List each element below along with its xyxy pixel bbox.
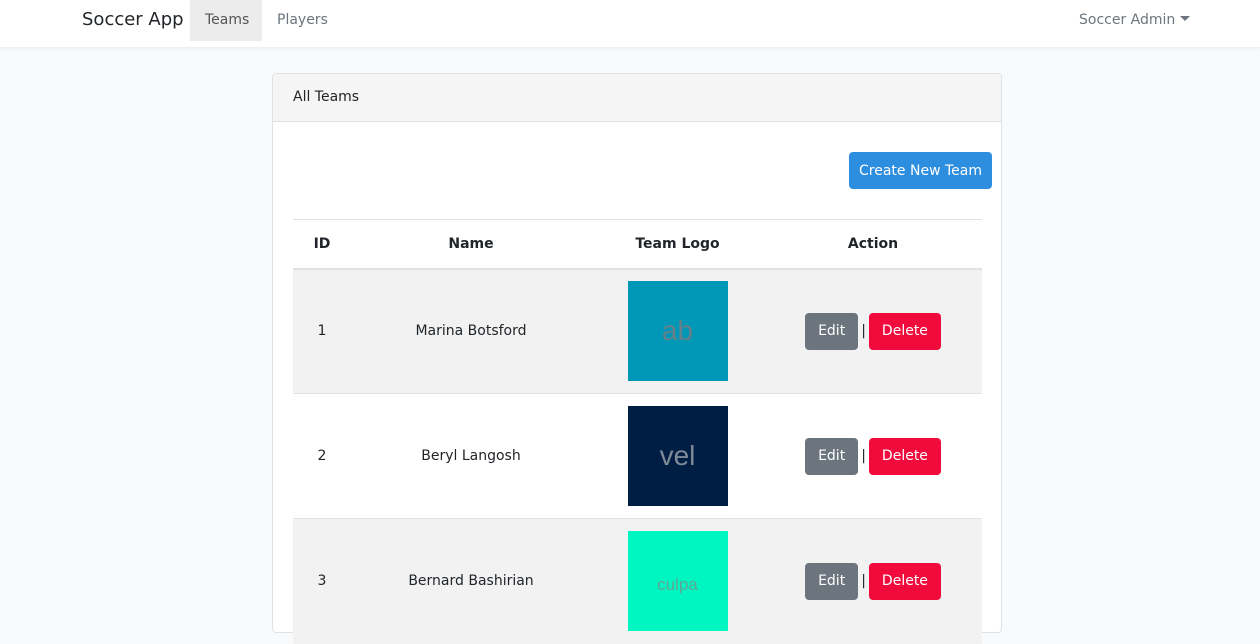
top-navbar: Soccer App Teams Players Soccer Admin	[0, 0, 1260, 48]
header-name: Name	[351, 219, 591, 270]
header-action: Action	[764, 219, 982, 270]
table-row: 3 Bernard Bashirian culpa Edit | Delete	[293, 518, 982, 644]
caret-down-icon	[1180, 16, 1191, 21]
user-dropdown[interactable]: Soccer Admin	[1079, 0, 1191, 41]
team-id: 2	[293, 393, 351, 519]
delete-button[interactable]: Delete	[868, 562, 941, 600]
action-separator: |	[861, 573, 866, 590]
table-header-row: ID Name Team Logo Action	[293, 219, 982, 270]
team-actions: Edit | Delete	[764, 518, 982, 644]
team-logo-cell: ab	[591, 268, 764, 394]
nav-link-players[interactable]: Players	[262, 0, 343, 41]
team-id: 1	[293, 268, 351, 394]
team-name: Marina Botsford	[351, 268, 591, 394]
table-row: 1 Marina Botsford ab Edit | Delete	[293, 268, 982, 394]
nav-link-teams[interactable]: Teams	[190, 0, 262, 41]
team-id: 3	[293, 518, 351, 644]
teams-card: All Teams Create New Team ID Name Team L…	[272, 73, 1002, 644]
team-actions: Edit | Delete	[764, 393, 982, 519]
team-logo-image: ab	[627, 281, 728, 382]
create-team-button[interactable]: Create New Team	[849, 152, 992, 189]
edit-button[interactable]: Edit	[805, 437, 859, 475]
edit-button[interactable]: Edit	[805, 312, 859, 350]
team-logo-cell: vel	[591, 393, 764, 519]
delete-button[interactable]: Delete	[868, 437, 941, 475]
team-logo-image: culpa	[627, 531, 728, 632]
table-row: 2 Beryl Langosh vel Edit | Delete	[293, 393, 982, 519]
team-name: Bernard Bashirian	[351, 518, 591, 644]
team-actions: Edit | Delete	[764, 268, 982, 394]
teams-table: ID Name Team Logo Action 1 Marina Botsfo…	[293, 219, 982, 644]
user-name: Soccer Admin	[1079, 12, 1176, 28]
team-name: Beryl Langosh	[351, 393, 591, 519]
brand-link[interactable]: Soccer App	[82, 9, 184, 30]
header-team-logo: Team Logo	[591, 219, 764, 270]
delete-button[interactable]: Delete	[868, 312, 941, 350]
action-separator: |	[861, 448, 866, 464]
team-logo-image: vel	[627, 406, 728, 506]
header-id: ID	[293, 219, 351, 270]
action-separator: |	[861, 323, 866, 340]
edit-button[interactable]: Edit	[805, 562, 859, 600]
team-logo-cell: culpa	[591, 518, 764, 644]
card-title: All Teams	[273, 74, 1001, 122]
